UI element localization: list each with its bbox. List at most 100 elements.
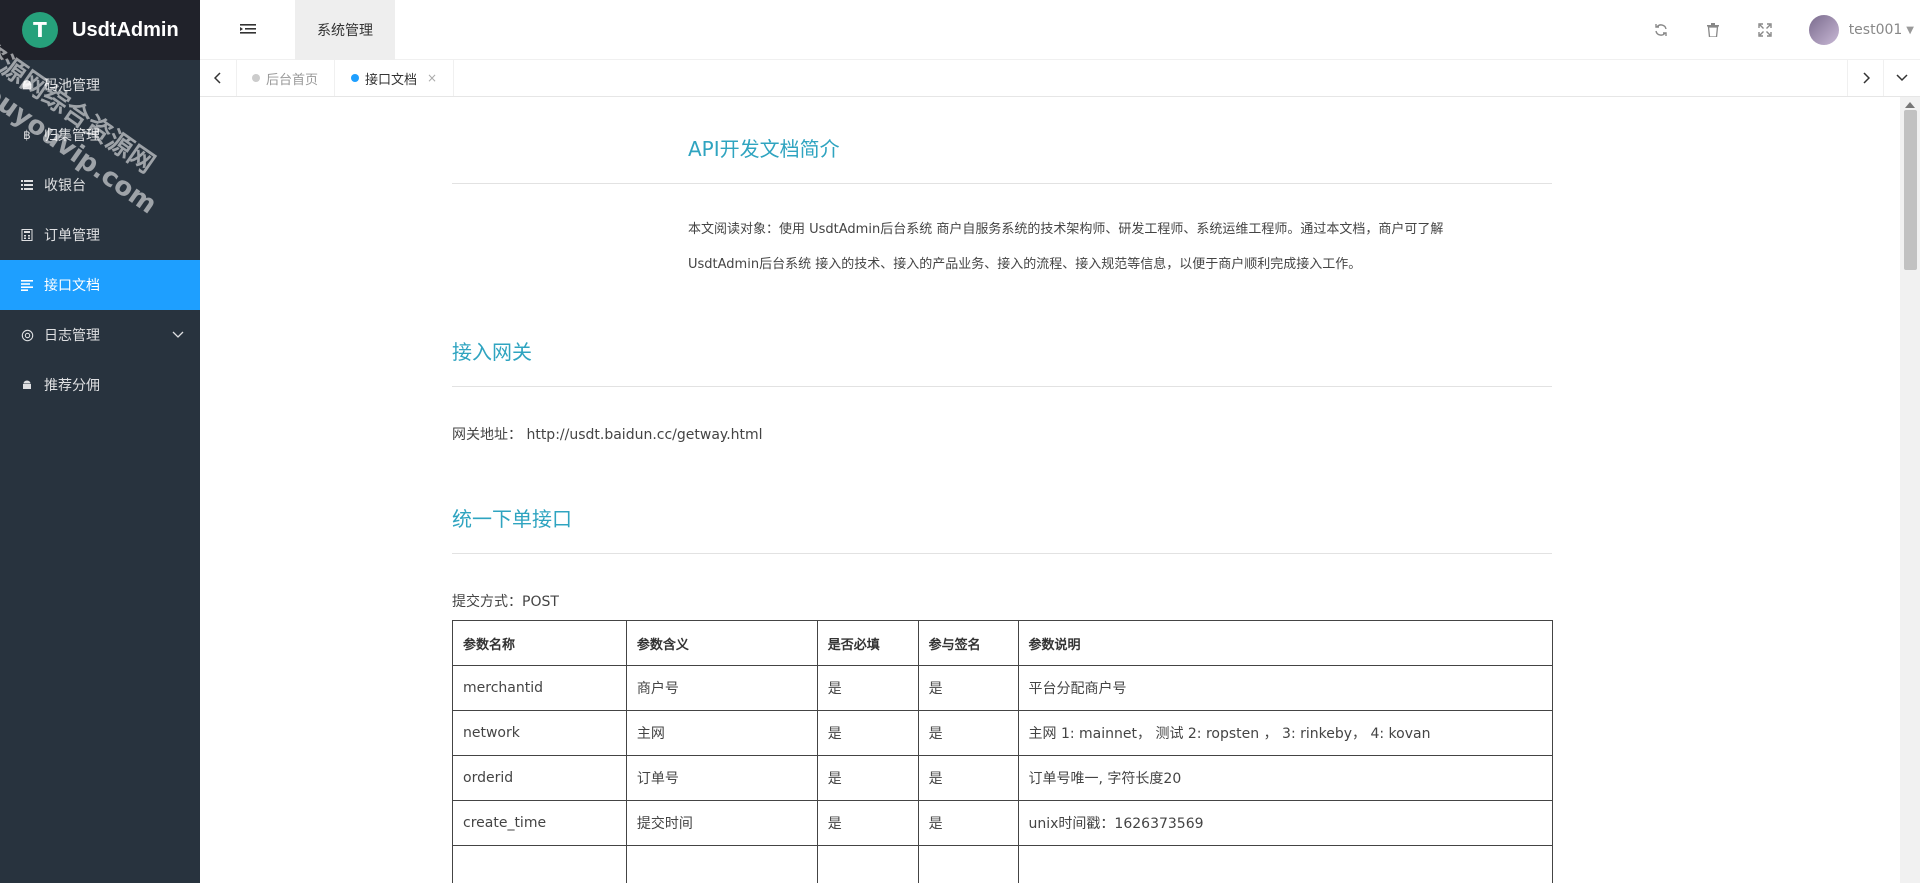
sidebar-menu: 码池管理 ฿ 归集管理 收银台 订单管理 接口文档 日志管理 推荐分佣: [0, 60, 200, 410]
main-content: API开发文档简介 本文阅读对象：使用 UsdtAdmin后台系统 商户自服务系…: [200, 97, 1900, 883]
sidebar-item-referral[interactable]: 推荐分佣: [0, 360, 200, 410]
table-cell: 是: [816, 710, 919, 756]
user-name[interactable]: test001: [1849, 22, 1903, 38]
top-header: 系统管理 test001 ▼: [200, 0, 1920, 60]
table-row: create_time 提交时间 是 是 unix时间戳：1626373569: [452, 800, 1554, 846]
sidebar-item-collection[interactable]: ฿ 归集管理: [0, 110, 200, 160]
gateway-url: http://usdt.baidun.cc/getway.html: [526, 427, 763, 443]
avatar[interactable]: [1808, 15, 1839, 45]
tabs-scroll-right-icon[interactable]: [1847, 60, 1884, 96]
column-header: 参数名称: [452, 620, 627, 666]
table-cell: create_time: [452, 800, 627, 846]
column-header: 参与签名: [917, 620, 1019, 666]
bitcoin-icon: ฿: [23, 128, 31, 142]
menu-toggle-icon[interactable]: [240, 21, 258, 39]
submit-method: 提交方式：POST: [452, 594, 559, 610]
table-cell: unix时间戳：1626373569: [1017, 800, 1554, 846]
column-header: 参数说明: [1017, 620, 1554, 666]
tabs-scroll-left-icon[interactable]: [200, 60, 237, 96]
sidebar-item-logs[interactable]: 日志管理: [0, 310, 200, 360]
table-cell: 是: [917, 755, 1019, 801]
table-cell: 是: [917, 710, 1019, 756]
doc-title: API开发文档简介: [688, 137, 840, 161]
scrollbar-thumb[interactable]: [1904, 110, 1917, 270]
tab-close-icon[interactable]: ×: [427, 71, 437, 85]
table-cell: 订单号唯一, 字符长度20: [1017, 755, 1554, 801]
tab-api-docs[interactable]: 接口文档 ×: [335, 60, 455, 96]
gateway-heading: 接入网关: [452, 340, 532, 364]
text-lines-icon: [20, 278, 34, 292]
table-cell: 是: [816, 800, 919, 846]
page-tabs: 后台首页 接口文档 ×: [236, 60, 455, 96]
table-cell: 主网 1: mainnet， 测试 2: ropsten ， 3: rinkeb…: [1017, 710, 1554, 756]
tabs-menu-chevron-icon[interactable]: [1883, 60, 1920, 96]
tab-label: 接口文档: [365, 72, 418, 88]
sidebar: T UsdtAdmin 码池管理 ฿ 归集管理 收银台 订单管理 接口文档 日志…: [0, 0, 200, 883]
doc-intro: 本文阅读对象：使用 UsdtAdmin后台系统 商户自服务系统的技术架构师、研发…: [688, 222, 1444, 272]
tab-label: 后台首页: [266, 72, 319, 88]
page-tabs-bar: 后台首页 接口文档 ×: [200, 60, 1920, 97]
divider: [452, 183, 1552, 184]
table-row: merchantid 商户号 是 是 平台分配商户号: [452, 665, 1554, 711]
column-header: 是否必填: [816, 620, 919, 666]
table-cell: [625, 845, 818, 883]
table-cell: 订单号: [625, 755, 818, 801]
android-icon: [20, 78, 34, 92]
table-cell: [816, 845, 919, 883]
sidebar-item-label: 收银台: [44, 178, 86, 194]
table-header-row: 参数名称 参数含义 是否必填 参与签名 参数说明: [452, 620, 1554, 666]
header-actions: test001 ▼: [1653, 0, 1920, 60]
fullscreen-icon[interactable]: [1757, 22, 1773, 38]
table-cell: network: [452, 710, 627, 756]
sidebar-item-label: 归集管理: [44, 128, 100, 144]
table-cell: 是: [917, 800, 1019, 846]
caret-down-icon[interactable]: ▼: [1906, 25, 1914, 36]
divider: [452, 553, 1552, 554]
tether-logo-icon: T: [22, 12, 58, 48]
sidebar-item-code-pool[interactable]: 码池管理: [0, 60, 200, 110]
gateway-address: 网关地址： http://usdt.baidun.cc/getway.html: [452, 425, 1552, 445]
order-api-heading: 统一下单接口: [452, 507, 572, 531]
table-row: [452, 845, 1554, 883]
table-cell: merchantid: [452, 665, 627, 711]
sidebar-item-cashier[interactable]: 收银台: [0, 160, 200, 210]
sidebar-item-orders[interactable]: 订单管理: [0, 210, 200, 260]
trash-icon[interactable]: [1705, 22, 1721, 38]
table-cell: orderid: [452, 755, 627, 801]
gateway-label: 网关地址：: [452, 427, 522, 443]
table-cell: 是: [917, 665, 1019, 711]
params-table: 参数名称 参数含义 是否必填 参与签名 参数说明 merchantid 商户号 …: [452, 620, 1554, 883]
chevron-down-icon: [172, 328, 184, 342]
table-row: orderid 订单号 是 是 订单号唯一, 字符长度20: [452, 755, 1554, 801]
brand-logo[interactable]: T UsdtAdmin: [0, 0, 200, 60]
column-header: 参数含义: [625, 620, 818, 666]
sidebar-item-label: 码池管理: [44, 78, 100, 94]
table-cell: [917, 845, 1019, 883]
table-cell: 提交时间: [625, 800, 818, 846]
sidebar-item-label: 推荐分佣: [44, 378, 100, 394]
settings-icon: [20, 328, 34, 342]
header-tab-system[interactable]: 系统管理: [295, 0, 395, 60]
table-cell: 平台分配商户号: [1017, 665, 1554, 711]
scroll-up-arrow-icon[interactable]: [1905, 102, 1915, 108]
table-cell: 主网: [625, 710, 818, 756]
divider: [452, 386, 1552, 387]
brand-name: UsdtAdmin: [72, 18, 179, 41]
table-cell: [452, 845, 627, 883]
sidebar-item-label: 日志管理: [44, 328, 100, 344]
sidebar-item-label: 订单管理: [44, 228, 100, 244]
refresh-icon[interactable]: [1653, 22, 1669, 38]
sidebar-item-api-docs[interactable]: 接口文档: [0, 260, 200, 310]
tab-home[interactable]: 后台首页: [236, 60, 336, 96]
calculator-icon: [20, 228, 34, 242]
android-icon: [20, 378, 34, 392]
tab-dot-icon: [252, 74, 260, 82]
table-cell: [1017, 845, 1554, 883]
table-cell: 是: [816, 755, 919, 801]
table-row: network 主网 是 是 主网 1: mainnet， 测试 2: rops…: [452, 710, 1554, 756]
table-cell: 是: [816, 665, 919, 711]
tab-dot-icon: [351, 74, 360, 82]
sidebar-item-label: 接口文档: [44, 278, 100, 294]
table-cell: 商户号: [625, 665, 818, 711]
api-document: API开发文档简介 本文阅读对象：使用 UsdtAdmin后台系统 商户自服务系…: [452, 97, 1554, 883]
